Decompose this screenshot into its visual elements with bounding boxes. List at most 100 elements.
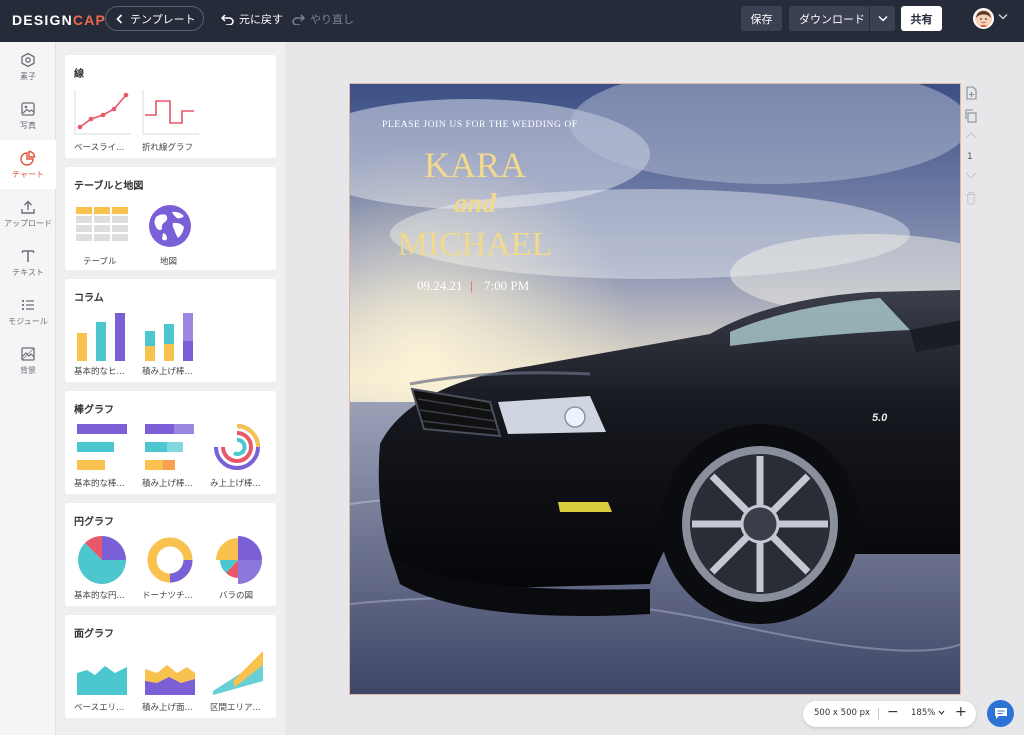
undo-button[interactable]: 元に戻す bbox=[221, 11, 283, 27]
move-page-down-icon[interactable] bbox=[964, 170, 978, 180]
rose-chart-thumbnail[interactable] bbox=[213, 535, 263, 585]
zoom-level-select[interactable]: 185% bbox=[911, 708, 945, 718]
invite-line-text[interactable]: PLEASE JOIN US FOR THE WEDDING OF bbox=[382, 120, 578, 130]
list-icon bbox=[21, 299, 34, 310]
thumbnail-label: バラの図 bbox=[219, 591, 254, 601]
thumbnail-label: 積み上げ棒... bbox=[142, 479, 193, 489]
thumbnail-label: 区間エリア... bbox=[210, 703, 261, 713]
donut-chart-thumbnail[interactable] bbox=[145, 535, 195, 585]
basic-pie-chart-thumbnail[interactable] bbox=[77, 535, 127, 585]
save-button[interactable]: 保存 bbox=[741, 6, 782, 31]
page-number: 1 bbox=[967, 152, 973, 162]
rail-label: モジュール bbox=[8, 316, 48, 326]
stacked-column-chart-thumbnail[interactable] bbox=[145, 311, 195, 361]
thumbnail-label: ベースライ... bbox=[74, 143, 125, 153]
user-avatar[interactable] bbox=[973, 8, 994, 29]
upload-icon bbox=[21, 200, 35, 214]
zoom-bar: 500 x 500 px − 185% + bbox=[803, 701, 976, 727]
thumbnail-label: ベースエリ... bbox=[74, 703, 125, 713]
section-title: 線 bbox=[74, 69, 84, 80]
rail-item-charts[interactable]: チャート bbox=[0, 140, 56, 189]
download-label: ダウンロード bbox=[799, 12, 865, 26]
hexagon-icon bbox=[21, 52, 35, 67]
rail-item-upload[interactable]: アップロード bbox=[0, 189, 56, 238]
chevron-down-icon bbox=[877, 15, 888, 22]
image-icon bbox=[21, 101, 35, 116]
duplicate-page-icon[interactable] bbox=[964, 109, 978, 123]
canvas-size-label[interactable]: 500 x 500 px bbox=[814, 708, 870, 718]
thumbnail-label: 積み上げ棒... bbox=[142, 367, 193, 377]
delete-page-icon[interactable] bbox=[964, 191, 978, 205]
section-column-charts: コラム 基本的なヒ... 積み上げ棒... bbox=[65, 279, 276, 382]
avatar-menu-chevron-icon[interactable] bbox=[998, 13, 1008, 20]
chat-support-button[interactable] bbox=[987, 700, 1014, 727]
chat-bubble-icon bbox=[994, 708, 1007, 719]
baseline-area-chart-thumbnail[interactable] bbox=[77, 651, 127, 695]
rail-item-modules[interactable]: モジュール bbox=[0, 287, 56, 336]
time-text[interactable]: 7:00 PM bbox=[484, 278, 529, 294]
zoom-divider bbox=[878, 708, 879, 720]
chevron-down-icon bbox=[938, 710, 945, 715]
rail-label: アップロード bbox=[4, 218, 52, 228]
thumbnail-label: 地図 bbox=[160, 257, 178, 267]
section-table-map: テーブルと地図 テーブル 地図 bbox=[65, 167, 276, 270]
redo-label: やり直し bbox=[310, 13, 354, 26]
avatar-face-icon bbox=[975, 10, 992, 27]
section-title: 棒グラフ bbox=[74, 405, 114, 416]
range-area-chart-thumbnail[interactable] bbox=[213, 651, 263, 695]
name-two-text[interactable]: MICHAEL bbox=[395, 226, 555, 264]
chevron-left-icon bbox=[116, 13, 123, 24]
tool-rail: 素子 写真 チャート アップロード テキスト モジュール 背景 bbox=[0, 42, 56, 735]
share-button[interactable]: 共有 bbox=[901, 6, 942, 31]
move-page-up-icon[interactable] bbox=[964, 131, 978, 141]
section-title: 面グラフ bbox=[74, 629, 114, 640]
thumbnail-label: ドーナツチ... bbox=[142, 591, 193, 601]
basic-bar-chart-thumbnail[interactable] bbox=[77, 424, 129, 472]
stacked-bar-chart-thumbnail[interactable] bbox=[145, 424, 197, 472]
download-options-toggle[interactable] bbox=[870, 15, 895, 22]
table-thumbnail[interactable] bbox=[76, 207, 128, 241]
car-badge-text: 5.0 bbox=[872, 412, 888, 424]
templates-button[interactable]: テンプレート bbox=[105, 6, 204, 31]
date-text[interactable]: 09.24.21 bbox=[417, 278, 463, 294]
thumbnail-label: 積み上げ面... bbox=[142, 703, 193, 713]
rail-label: 写真 bbox=[20, 120, 36, 130]
name-one-text[interactable]: KARA bbox=[395, 144, 555, 186]
rail-label: 背景 bbox=[20, 365, 36, 375]
zoom-out-button[interactable]: − bbox=[887, 704, 899, 720]
chart-elements-panel: 線 ベースライ... 折れ線グラフ テーブルと地図 テーブル 地図 コラム 基本… bbox=[56, 42, 285, 735]
rail-item-text[interactable]: テキスト bbox=[0, 238, 56, 287]
undo-label: 元に戻す bbox=[239, 13, 283, 26]
rail-item-background[interactable]: 背景 bbox=[0, 336, 56, 385]
radial-bar-chart-thumbnail[interactable] bbox=[212, 422, 262, 472]
top-toolbar: DESIGNCAP テンプレート 元に戻す やり直し 保存 ダウンロード 共有 bbox=[0, 0, 1024, 42]
section-title: 円グラフ bbox=[74, 517, 114, 528]
add-page-icon[interactable] bbox=[964, 86, 978, 100]
text-icon bbox=[21, 249, 35, 262]
thumbnail-label: 折れ線グラフ bbox=[142, 143, 194, 153]
download-button[interactable]: ダウンロード bbox=[789, 6, 895, 31]
section-area-charts: 面グラフ ベースエリ... 積み上げ面... 区間エリア... bbox=[65, 615, 276, 718]
world-map-thumbnail[interactable] bbox=[147, 203, 193, 249]
section-title: テーブルと地図 bbox=[74, 181, 144, 192]
baseline-chart-thumbnail[interactable] bbox=[74, 89, 132, 135]
redo-button[interactable]: やり直し bbox=[292, 11, 354, 27]
thumbnail-label: 基本的なヒ... bbox=[74, 367, 125, 377]
basic-column-chart-thumbnail[interactable] bbox=[77, 311, 127, 361]
rail-label: テキスト bbox=[12, 267, 44, 277]
templates-label: テンプレート bbox=[130, 12, 196, 26]
step-line-chart-thumbnail[interactable] bbox=[142, 89, 200, 135]
designcap-logo[interactable]: DESIGNCAP bbox=[12, 12, 106, 28]
logo-text-cap: CAP bbox=[72, 12, 107, 28]
redo-icon bbox=[292, 13, 305, 25]
zoom-in-button[interactable]: + bbox=[955, 704, 967, 720]
section-bar-charts: 棒グラフ 基本的な棒... 積み上げ棒... み上上げ棒... bbox=[65, 391, 276, 494]
stacked-area-chart-thumbnail[interactable] bbox=[145, 651, 195, 695]
ampersand-text[interactable]: and bbox=[395, 188, 555, 219]
rail-item-photos[interactable]: 写真 bbox=[0, 91, 56, 140]
rail-item-elements[interactable]: 素子 bbox=[0, 42, 56, 91]
rail-label: 素子 bbox=[20, 71, 36, 81]
thumbnail-label: 基本的な円... bbox=[74, 591, 125, 601]
design-canvas[interactable]: PLEASE JOIN US FOR THE WEDDING OF KARA a… bbox=[349, 83, 961, 695]
date-separator[interactable]: | bbox=[470, 278, 473, 294]
